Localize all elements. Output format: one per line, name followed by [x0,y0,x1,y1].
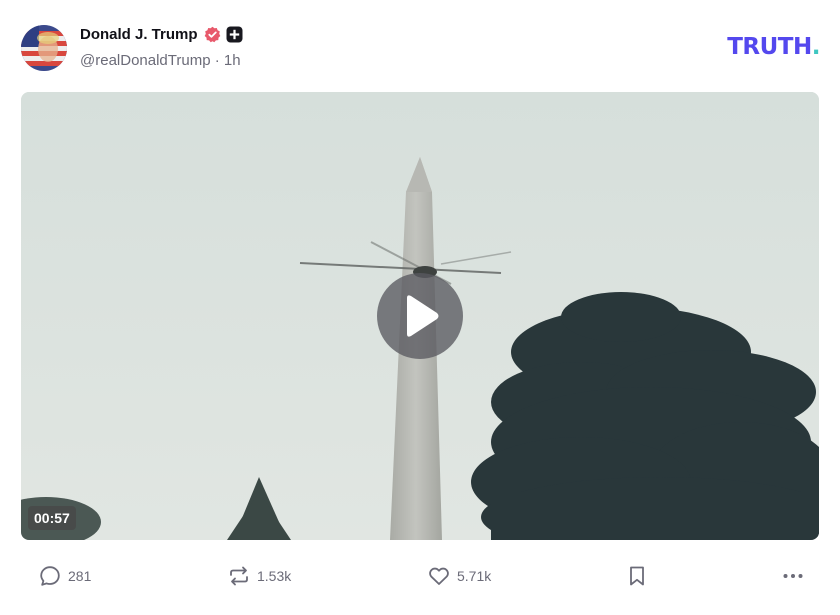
verified-badge-icon [204,26,221,43]
heart-icon [429,567,449,585]
repost-count: 1.53k [257,568,292,584]
reply-count: 281 [68,568,92,584]
more-icon [783,574,803,578]
bookmark-button[interactable] [627,560,647,592]
truth-logo[interactable]: TRUTH. [727,34,820,60]
logo-dot: . [811,34,821,60]
author-name[interactable]: Donald J. Trump [80,26,198,43]
play-button[interactable] [377,273,463,359]
avatar[interactable] [21,25,67,71]
like-button[interactable]: 5.71k [427,560,491,592]
meta-separator: · [214,52,220,69]
play-icon [407,295,439,337]
bookmark-icon [630,566,644,586]
post-header: Donald J. Trump @realDonaldTrump · 1h TR… [21,24,821,74]
repost-icon [230,566,248,586]
author-meta: @realDonaldTrump · 1h [80,52,241,69]
like-count: 5.71k [457,568,492,584]
more-options-button[interactable] [781,560,805,592]
author-badges [204,26,243,43]
comment-icon [40,566,60,586]
avatar-flag-icon [21,25,67,71]
logo-text: TRUTH [727,34,812,60]
group-badge-icon [226,26,243,43]
reply-button[interactable]: 281 [38,560,91,592]
video-duration: 00:57 [28,506,76,530]
action-bar: 281 1.53k 5.71k [21,560,819,592]
video-player[interactable]: 00:57 [21,92,819,540]
repost-button[interactable]: 1.53k [227,560,291,592]
author-handle[interactable]: @realDonaldTrump [80,52,211,69]
post-time[interactable]: 1h [224,52,241,69]
